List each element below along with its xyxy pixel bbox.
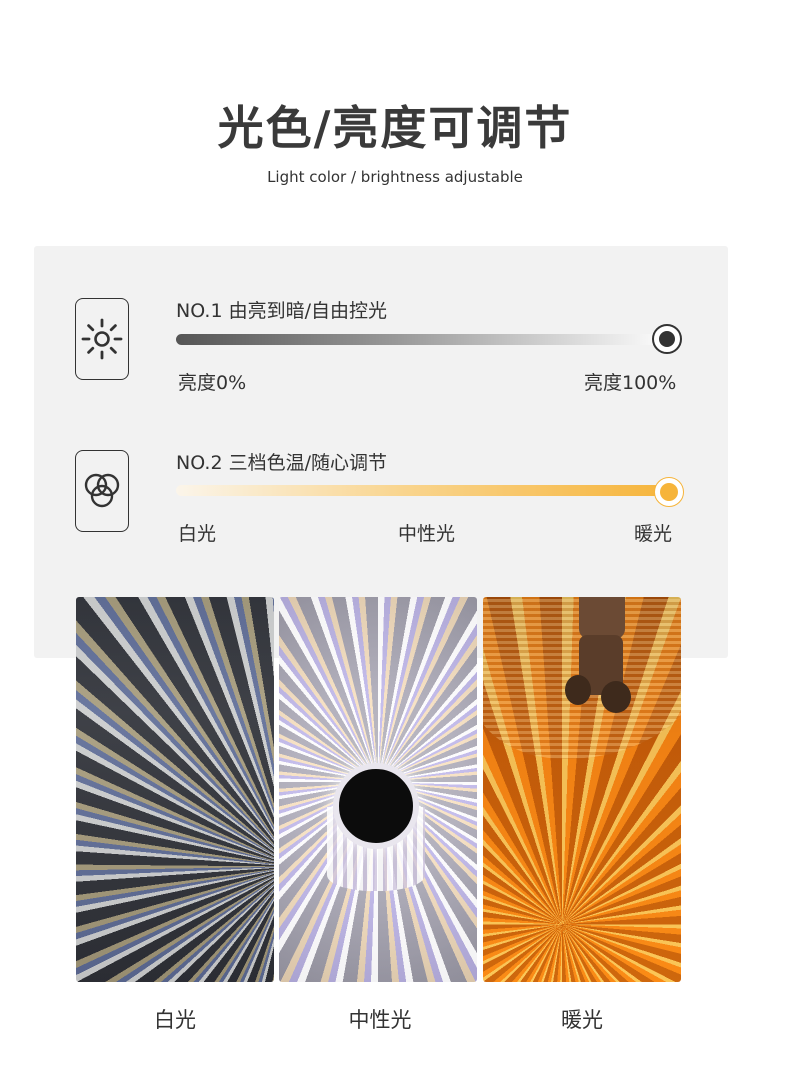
- color-circles-icon: [84, 473, 120, 508]
- figure-leg: [565, 675, 591, 705]
- neutral-light-caption: 中性光: [348, 1008, 412, 1032]
- lamp-illustration: [279, 597, 477, 982]
- white-light-photo: [76, 597, 274, 982]
- figure-head: [579, 597, 625, 639]
- color-temp-icon-box: [75, 450, 129, 532]
- warm-light-photo: [483, 597, 681, 982]
- color-temp-stop-white: 白光: [178, 523, 217, 545]
- brightness-icon-box: [75, 298, 129, 380]
- brightness-slider-handle[interactable]: [652, 324, 682, 354]
- color-temp-stop-warm: 暖光: [634, 523, 673, 545]
- color-temp-slider-track[interactable]: [176, 485, 674, 496]
- brightness-slider-track[interactable]: [176, 334, 674, 345]
- brightness-feature-label: NO.1 由亮到暗/自由控光: [176, 300, 387, 322]
- figure-leg: [601, 681, 631, 713]
- color-temp-stop-neutral: 中性光: [398, 523, 456, 545]
- color-temp-slider-handle[interactable]: [654, 477, 684, 507]
- sun-icon: [81, 318, 123, 360]
- page-title: 光色/亮度可调节: [217, 101, 573, 155]
- warm-light-caption: 暖光: [561, 1008, 603, 1032]
- neutral-light-photo: [279, 597, 477, 982]
- lamp-top: [333, 763, 419, 849]
- white-light-caption: 白光: [154, 1008, 196, 1032]
- brightness-max-label: 亮度100%: [584, 372, 677, 394]
- color-temp-feature-label: NO.2 三档色温/随心调节: [176, 452, 387, 474]
- page-subtitle: Light color / brightness adjustable: [267, 168, 523, 186]
- brightness-min-label: 亮度0%: [178, 372, 247, 394]
